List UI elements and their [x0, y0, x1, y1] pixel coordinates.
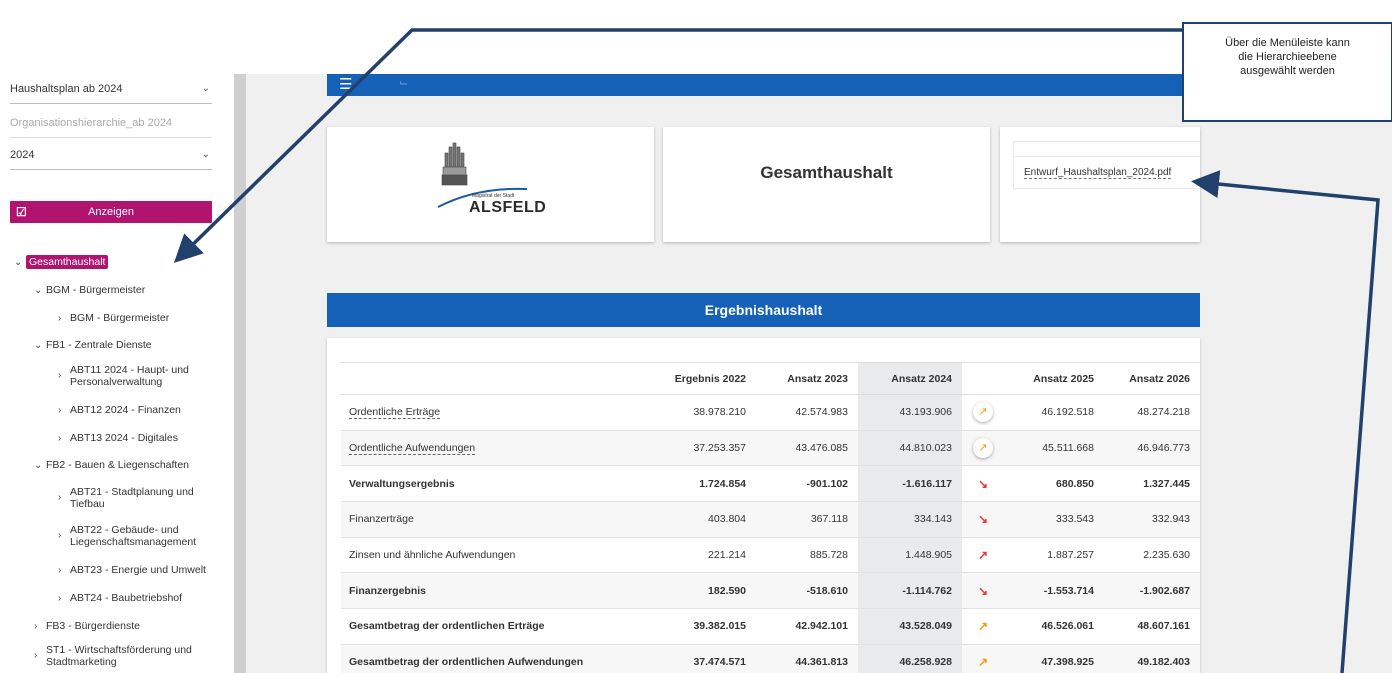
- annotation-arrow-to-document: [1191, 170, 1380, 673]
- annotation-arrows: [173, 28, 1380, 673]
- annotation-arrow-to-tree: [173, 28, 1182, 263]
